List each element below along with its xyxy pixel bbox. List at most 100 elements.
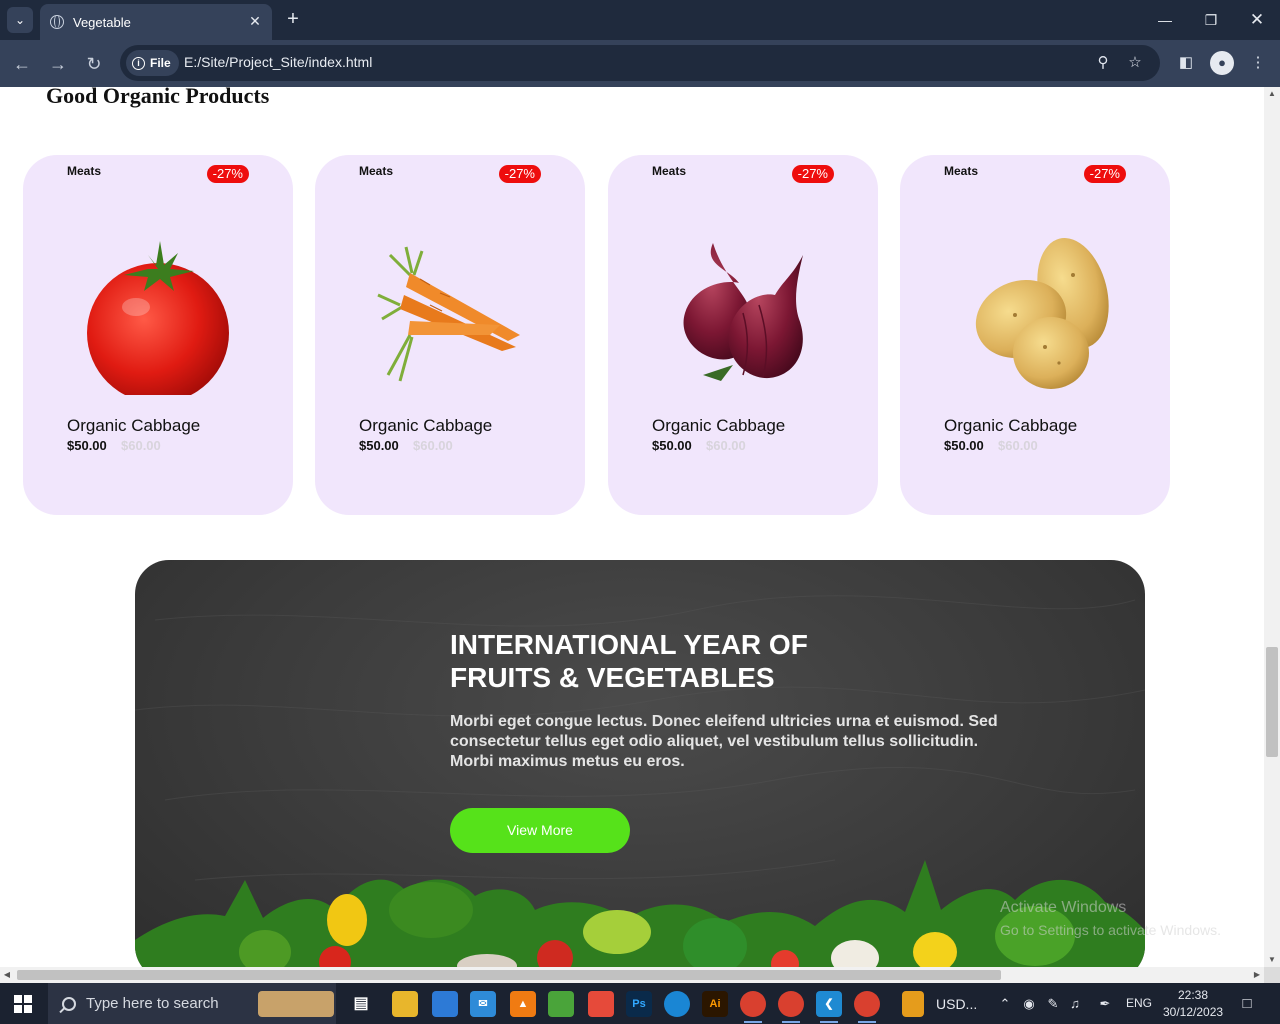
- file-explorer-icon[interactable]: [392, 991, 418, 1017]
- windows-start-icon[interactable]: [14, 995, 32, 1013]
- network-icon[interactable]: ✎: [1044, 995, 1062, 1013]
- clock-time[interactable]: 22:38: [1178, 988, 1208, 1002]
- close-window-button[interactable]: ✕: [1242, 6, 1272, 34]
- scroll-down-arrow-icon[interactable]: ▼: [1264, 953, 1280, 967]
- potatoes-image: [975, 238, 1109, 389]
- horizontal-scrollbar[interactable]: ◀ ▶: [0, 967, 1264, 983]
- product-old-price: $60.00: [706, 438, 746, 453]
- browser-toolbar: ← → ↻ i File E:/Site/Project_Site/index.…: [0, 40, 1280, 87]
- discount-badge: -27%: [791, 165, 834, 183]
- back-button[interactable]: ←: [8, 50, 36, 78]
- globe-icon: [50, 15, 64, 29]
- chrome-profile-icon[interactable]: [778, 991, 804, 1023]
- banner-title-line-1: INTERNATIONAL YEAR OF: [450, 629, 808, 660]
- currency-icon[interactable]: [902, 991, 924, 1017]
- meet-icon[interactable]: ◉: [1020, 995, 1038, 1013]
- search-highlight-icon[interactable]: [258, 991, 334, 1017]
- close-tab-icon[interactable]: ✕: [246, 12, 264, 30]
- clock-date[interactable]: 30/12/2023: [1163, 1005, 1223, 1019]
- product-name[interactable]: Organic Cabbage: [652, 416, 785, 436]
- photoshop-icon[interactable]: Ps: [626, 991, 652, 1017]
- browser-tab[interactable]: Vegetable ✕: [40, 4, 272, 40]
- scroll-up-arrow-icon[interactable]: ▲: [1264, 87, 1280, 101]
- discount-badge: -27%: [206, 165, 249, 183]
- product-category: Meats: [359, 164, 394, 178]
- file-label: File: [150, 56, 171, 70]
- banner-description: Morbi eget congue lectus. Donec eleifend…: [450, 713, 998, 770]
- product-name[interactable]: Organic Cabbage: [67, 416, 200, 436]
- bookmark-star-icon[interactable]: ☆: [1124, 52, 1146, 74]
- chrome-icon[interactable]: [740, 991, 766, 1023]
- tomato-image: [87, 241, 229, 395]
- edge-icon[interactable]: [664, 991, 690, 1017]
- product-price: $50.00: [944, 438, 984, 453]
- watermark-subtitle: Go to Settings to activate Windows.: [1000, 922, 1221, 938]
- product-old-price: $60.00: [121, 438, 161, 453]
- product-price: $50.00: [652, 438, 692, 453]
- product-old-price: $60.00: [413, 438, 453, 453]
- browser-titlebar: ⌄ Vegetable ✕ + — ❐ ✕: [0, 0, 1280, 40]
- scroll-right-arrow-icon[interactable]: ▶: [1250, 967, 1264, 983]
- product-card[interactable]: Meats -27% Organic Cabbage $50.00 $60.00: [23, 155, 293, 515]
- vlc-icon[interactable]: ▲: [510, 991, 536, 1017]
- address-bar[interactable]: i File E:/Site/Project_Site/index.html ⚲…: [120, 45, 1160, 81]
- scrollbar-corner: [1264, 967, 1280, 983]
- red-onions-image: [683, 243, 803, 381]
- search-icon: [62, 996, 76, 1011]
- forward-button[interactable]: →: [44, 50, 72, 78]
- taskbar-search-placeholder: Type here to search: [86, 995, 219, 1012]
- discount-badge: -27%: [498, 165, 541, 183]
- banner-title-line-2: FRUITS & VEGETABLES: [450, 662, 775, 693]
- vscode-icon[interactable]: ❮: [816, 991, 842, 1023]
- site-info-chip[interactable]: i File: [126, 50, 179, 76]
- minimize-button[interactable]: —: [1150, 6, 1180, 34]
- product-price: $50.00: [359, 438, 399, 453]
- volume-icon[interactable]: ♫: [1066, 995, 1084, 1013]
- new-tab-button[interactable]: +: [282, 8, 304, 30]
- illustrator-icon[interactable]: Ai: [702, 991, 728, 1017]
- chrome-active-icon[interactable]: [854, 991, 880, 1023]
- vertical-scroll-thumb[interactable]: [1266, 647, 1278, 757]
- scroll-left-arrow-icon[interactable]: ◀: [0, 967, 14, 983]
- carrots-image: [377, 246, 520, 382]
- url-text[interactable]: E:/Site/Project_Site/index.html: [184, 54, 372, 70]
- notifications-icon[interactable]: □: [1238, 995, 1256, 1013]
- banner-title: INTERNATIONAL YEAR OF FRUITS & VEGETABLE…: [450, 628, 890, 694]
- promo-banner: INTERNATIONAL YEAR OF FRUITS & VEGETABLE…: [135, 560, 1145, 967]
- tab-title: Vegetable: [73, 14, 131, 30]
- pen-icon[interactable]: ✒: [1096, 995, 1114, 1013]
- product-category: Meats: [944, 164, 979, 178]
- horizontal-scroll-thumb[interactable]: [17, 970, 1001, 980]
- info-icon: i: [132, 56, 145, 70]
- reload-button[interactable]: ↻: [80, 50, 108, 78]
- watermark-title: Activate Windows: [1000, 899, 1127, 916]
- mail-icon[interactable]: ✉: [470, 991, 496, 1017]
- android-studio-icon[interactable]: [548, 991, 574, 1017]
- product-price: $50.00: [67, 438, 107, 453]
- side-panel-icon[interactable]: ◧: [1174, 51, 1198, 75]
- microsoft-store-icon[interactable]: [432, 991, 458, 1017]
- discount-badge: -27%: [1083, 165, 1126, 183]
- section-title: Good Organic Products: [46, 87, 270, 108]
- windows-taskbar: Type here to search ▤ ✉ ▲ Ps Ai ❮ USD...…: [0, 983, 1280, 1024]
- language-indicator[interactable]: ENG: [1126, 996, 1152, 1010]
- restore-button[interactable]: ❐: [1196, 6, 1226, 34]
- zoom-icon[interactable]: ⚲: [1092, 52, 1114, 74]
- activate-windows-watermark: Activate Windows Go to Settings to activ…: [1000, 897, 1221, 941]
- profile-avatar-icon[interactable]: ●: [1210, 51, 1234, 75]
- more-menu-icon[interactable]: ⋮: [1246, 51, 1270, 75]
- product-card[interactable]: Meats -27% Organic Cabbage $50.00 $60.00: [608, 155, 878, 515]
- chevron-down-icon: ⌄: [14, 13, 26, 27]
- usd-label[interactable]: USD...: [936, 996, 977, 1012]
- product-card[interactable]: Meats -27% Organic Cabbage $50.00 $60.00: [900, 155, 1170, 515]
- product-old-price: $60.00: [998, 438, 1038, 453]
- product-category: Meats: [652, 164, 687, 178]
- product-name[interactable]: Organic Cabbage: [944, 416, 1077, 436]
- tab-search-button[interactable]: ⌄: [7, 7, 33, 33]
- product-name[interactable]: Organic Cabbage: [359, 416, 492, 436]
- product-card[interactable]: Meats -27% Organic Cabbage $50.00 $60.00: [315, 155, 585, 515]
- task-view-icon[interactable]: ▤: [348, 991, 374, 1017]
- paint-icon[interactable]: [588, 991, 614, 1017]
- chevron-up-icon[interactable]: ⌃: [996, 995, 1014, 1013]
- vertical-scrollbar[interactable]: ▲ ▼: [1264, 87, 1280, 967]
